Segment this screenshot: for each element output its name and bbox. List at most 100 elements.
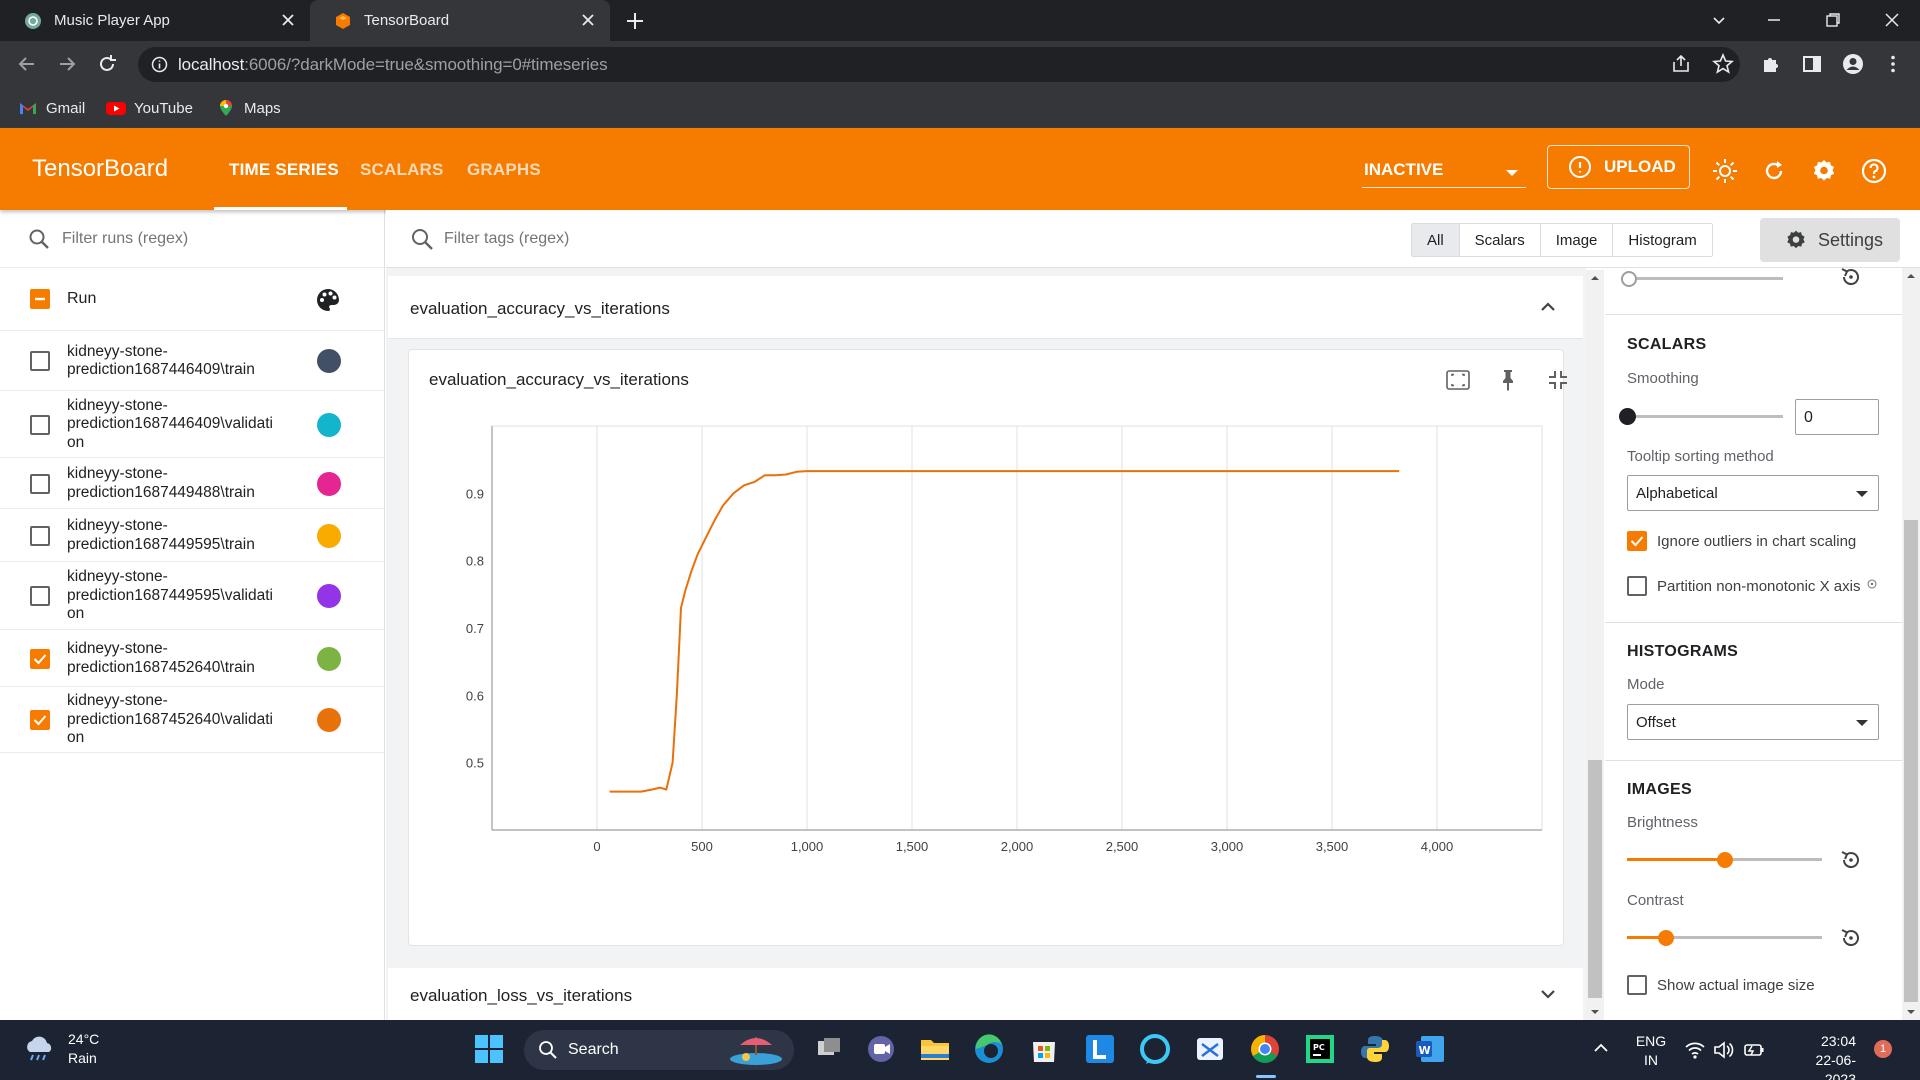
notification-badge[interactable]: 1 bbox=[1874, 1040, 1892, 1058]
line-chart[interactable]: 0 500 1,000 1,500 2,000 2,500 3,000 3,500 4,000 0… bbox=[409, 350, 1565, 947]
scroll-up-arrow-icon[interactable] bbox=[1902, 268, 1920, 284]
bookmark-star-icon[interactable] bbox=[1712, 53, 1734, 75]
windows-start-icon[interactable] bbox=[472, 1032, 506, 1066]
app-brand[interactable]: TensorBoard bbox=[32, 155, 168, 183]
extensions-icon[interactable] bbox=[1760, 53, 1782, 75]
new-tab-icon[interactable] bbox=[624, 10, 646, 32]
minimize-icon[interactable] bbox=[1764, 10, 1784, 30]
fit-domain-icon[interactable] bbox=[1444, 366, 1472, 394]
settings-gear-icon[interactable] bbox=[1810, 157, 1838, 185]
edge-browser-icon[interactable] bbox=[972, 1032, 1006, 1066]
filter-image-button[interactable]: Image bbox=[1539, 224, 1613, 256]
run-checkbox[interactable] bbox=[30, 473, 50, 494]
run-color-swatch[interactable] bbox=[317, 523, 341, 548]
run-color-swatch[interactable] bbox=[317, 646, 341, 671]
upload-button[interactable]: UPLOAD bbox=[1547, 145, 1690, 189]
bookmark-gmail[interactable]: Gmail bbox=[18, 96, 85, 120]
close-window-icon[interactable] bbox=[1882, 10, 1902, 30]
taskbar-search[interactable]: Search bbox=[524, 1030, 794, 1070]
card-group-header[interactable]: evaluation_accuracy_vs_iterations bbox=[388, 276, 1583, 339]
close-tab-icon[interactable] bbox=[280, 12, 296, 28]
filter-scalars-button[interactable]: Scalars bbox=[1458, 224, 1540, 256]
runs-filter-input[interactable]: Filter runs (regex) bbox=[0, 210, 384, 268]
forward-arrow-icon[interactable] bbox=[56, 53, 78, 75]
microsoft-store-icon[interactable] bbox=[1027, 1032, 1061, 1066]
run-color-swatch[interactable] bbox=[317, 349, 341, 373]
reset-icon[interactable] bbox=[1838, 268, 1864, 290]
word-icon[interactable]: W bbox=[1413, 1032, 1447, 1066]
tab-scalars[interactable]: SCALARS bbox=[360, 160, 444, 180]
main-scrollbar[interactable] bbox=[1586, 270, 1604, 1020]
volume-icon[interactable] bbox=[1712, 1039, 1734, 1061]
language-indicator[interactable]: ENG IN bbox=[1635, 1032, 1667, 1070]
run-row[interactable]: kidneyy-stone-prediction1687452640\valid… bbox=[0, 687, 384, 753]
run-color-swatch[interactable] bbox=[317, 584, 341, 608]
back-arrow-icon[interactable] bbox=[16, 53, 38, 75]
show-actual-size-checkbox[interactable] bbox=[1627, 975, 1647, 995]
pycharm-icon[interactable]: PC bbox=[1303, 1032, 1337, 1066]
run-color-swatch[interactable] bbox=[317, 708, 341, 732]
restore-icon[interactable] bbox=[1823, 10, 1843, 30]
run-checkbox[interactable] bbox=[30, 648, 50, 669]
histogram-mode-select[interactable]: Offset bbox=[1627, 704, 1879, 740]
file-explorer-icon[interactable] bbox=[918, 1032, 952, 1066]
theme-toggle-sun-icon[interactable] bbox=[1711, 157, 1739, 185]
close-tab-icon[interactable] bbox=[580, 12, 596, 28]
share-icon[interactable] bbox=[1670, 53, 1692, 75]
run-checkbox[interactable] bbox=[30, 710, 50, 730]
smoothing-value-input[interactable]: 0 bbox=[1795, 399, 1879, 435]
partition-x-axis-checkbox[interactable] bbox=[1627, 576, 1647, 596]
weather-widget[interactable]: 24°C Rain bbox=[22, 1030, 99, 1068]
address-bar[interactable]: localhost:6006/?darkMode=true&smoothing=… bbox=[138, 47, 1740, 82]
tooltip-sorting-select[interactable]: Alphabetical bbox=[1627, 475, 1879, 511]
clock[interactable]: 23:04 22-06-2023 bbox=[1786, 1032, 1856, 1080]
battery-icon[interactable] bbox=[1743, 1039, 1765, 1061]
site-info-icon[interactable] bbox=[151, 56, 168, 73]
run-row[interactable]: kidneyy-stone-prediction1687446409\train bbox=[0, 331, 384, 391]
run-checkbox[interactable] bbox=[30, 351, 50, 371]
run-checkbox[interactable] bbox=[30, 586, 50, 606]
pin-icon[interactable] bbox=[1494, 366, 1522, 394]
alexa-icon[interactable] bbox=[1138, 1032, 1172, 1066]
scroll-down-arrow-icon[interactable] bbox=[1902, 1004, 1920, 1020]
scrolled-slider-knob[interactable] bbox=[1621, 271, 1637, 287]
run-color-swatch[interactable] bbox=[317, 412, 341, 437]
reset-brightness-icon[interactable] bbox=[1838, 847, 1864, 873]
scroll-down-arrow-icon[interactable] bbox=[1586, 1004, 1604, 1020]
reload-data-icon[interactable] bbox=[1760, 157, 1788, 185]
chrome-icon[interactable] bbox=[1248, 1032, 1282, 1066]
scrollbar-thumb[interactable] bbox=[1588, 760, 1602, 998]
tab-graphs[interactable]: GRAPHS bbox=[467, 160, 541, 180]
tab-time-series[interactable]: TIME SERIES bbox=[229, 160, 339, 180]
run-row[interactable]: kidneyy-stone-prediction1687452640\train bbox=[0, 630, 384, 687]
plugin-select[interactable]: INACTIVE bbox=[1362, 158, 1526, 188]
bookmark-youtube[interactable]: YouTube bbox=[106, 96, 193, 120]
browser-tab-tensorboard[interactable]: TensorBoard bbox=[310, 0, 610, 41]
task-view-icon[interactable] bbox=[812, 1032, 846, 1066]
help-icon[interactable] bbox=[1860, 157, 1888, 185]
browser-menu-icon[interactable] bbox=[1882, 53, 1904, 75]
smoothing-slider-knob[interactable] bbox=[1619, 408, 1636, 425]
filter-histogram-button[interactable]: Histogram bbox=[1612, 224, 1712, 256]
tray-chevron-up-icon[interactable] bbox=[1589, 1036, 1613, 1060]
tags-filter-input[interactable]: Filter tags (regex) bbox=[386, 210, 1186, 268]
browser-tab-music-player[interactable]: Music Player App bbox=[0, 0, 310, 41]
tab-search-icon[interactable] bbox=[1709, 10, 1729, 30]
select-all-runs-checkbox[interactable] bbox=[30, 289, 50, 309]
reload-icon[interactable] bbox=[96, 53, 118, 75]
card-group-header[interactable]: evaluation_loss_vs_iterations bbox=[388, 968, 1583, 1020]
teams-chat-icon[interactable] bbox=[864, 1032, 898, 1066]
run-color-swatch[interactable] bbox=[317, 471, 341, 496]
palette-icon[interactable] bbox=[314, 286, 342, 314]
run-checkbox[interactable] bbox=[30, 414, 50, 435]
settings-scrollbar[interactable] bbox=[1902, 268, 1920, 1020]
chevron-up-icon[interactable] bbox=[1537, 296, 1559, 318]
run-row[interactable]: kidneyy-stone-prediction1687449595\valid… bbox=[0, 562, 384, 630]
run-checkbox[interactable] bbox=[30, 525, 50, 546]
scrollbar-thumb[interactable] bbox=[1904, 520, 1918, 1002]
smoothing-slider-track[interactable] bbox=[1627, 415, 1783, 418]
help-small-icon[interactable] bbox=[1867, 579, 1877, 589]
run-row[interactable]: kidneyy-stone-prediction1687446409\valid… bbox=[0, 391, 384, 458]
wifi-icon[interactable] bbox=[1684, 1039, 1706, 1061]
filter-all-button[interactable]: All bbox=[1412, 224, 1459, 256]
